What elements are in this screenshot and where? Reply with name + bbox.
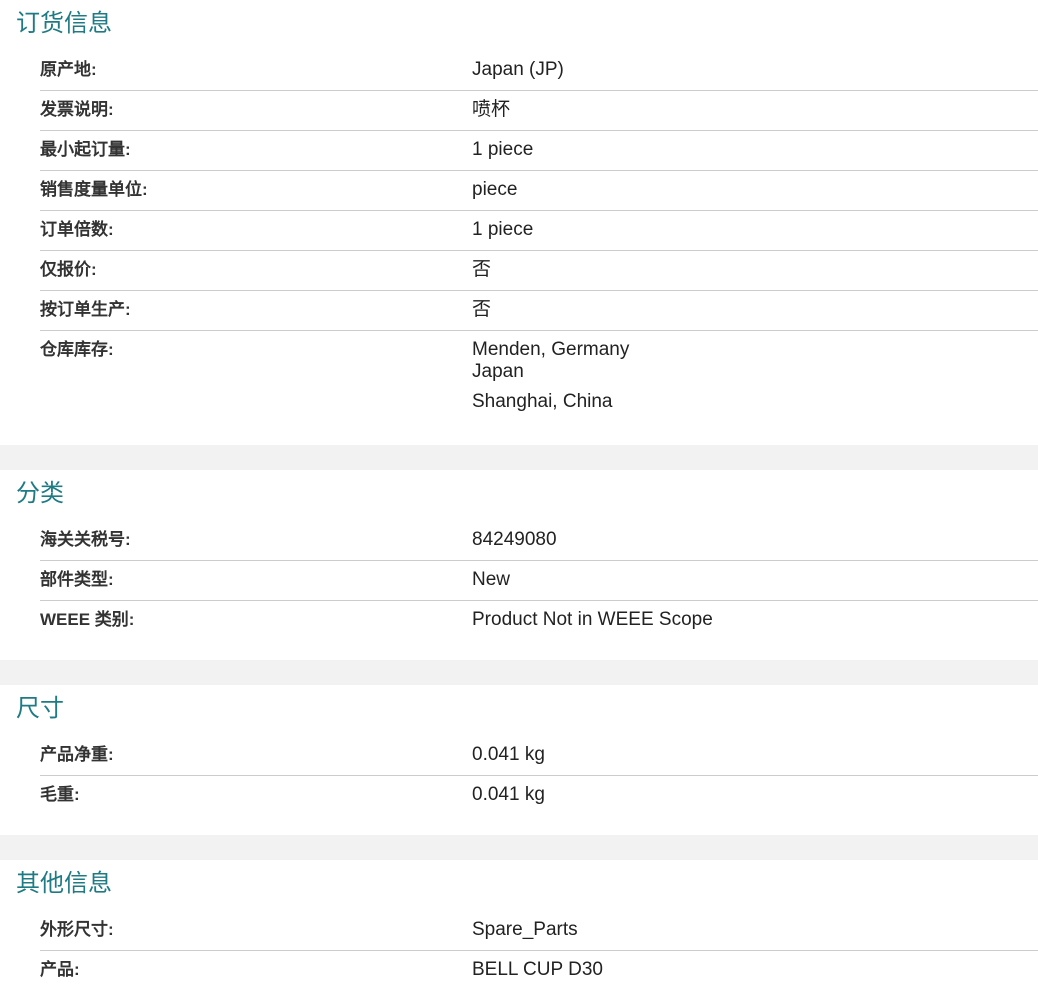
row-value: 喷杯 <box>472 99 511 120</box>
row-part-type: 部件类型: New <box>40 561 1038 601</box>
row-value: 1 piece <box>472 219 534 240</box>
row-order-multiple: 订单倍数: 1 piece <box>40 211 1038 251</box>
row-value: 否 <box>472 259 492 280</box>
row-label: 按订单生产: <box>40 300 131 319</box>
row-value: 0.041 kg <box>472 744 545 765</box>
row-product: 产品: BELL CUP D30 <box>40 951 1038 991</box>
row-label: 原产地: <box>40 60 97 79</box>
row-label: 毛重: <box>40 785 80 804</box>
warehouse-location: Menden, Germany <box>472 339 630 360</box>
row-minimum-order-quantity: 最小起订量: 1 piece <box>40 131 1038 171</box>
row-made-to-order: 按订单生产: 否 <box>40 291 1038 331</box>
row-label: 仅报价: <box>40 260 97 279</box>
row-label: WEEE 类别: <box>40 610 135 629</box>
row-label: 最小起订量: <box>40 140 131 159</box>
ordering-info-list: 原产地: Japan (JP) 发票说明: 喷杯 最小起订量: 1 piece … <box>40 51 1038 431</box>
row-label: 部件类型: <box>40 570 114 589</box>
dimensions-section: 尺寸 产品净重: 0.041 kg 毛重: 0.041 kg <box>0 685 1038 835</box>
other-info-section: 其他信息 外形尺寸: Spare_Parts 产品: BELL CUP D30 <box>0 860 1038 994</box>
section-title-classification: 分类 <box>16 480 64 507</box>
row-label: 产品: <box>40 960 80 979</box>
warehouse-location: Japan <box>472 361 524 382</box>
row-label: 发票说明: <box>40 100 114 119</box>
row-label: 外形尺寸: <box>40 920 114 939</box>
classification-section: 分类 海关关税号: 84249080 部件类型: New WEEE 类别: Pr… <box>0 470 1038 660</box>
row-value-list: Menden, Germany Japan Shanghai, China <box>472 331 1038 431</box>
classification-list: 海关关税号: 84249080 部件类型: New WEEE 类别: Produ… <box>40 521 1038 641</box>
row-quote-only: 仅报价: 否 <box>40 251 1038 291</box>
row-value: piece <box>472 179 518 200</box>
row-label: 仓库库存: <box>40 340 114 359</box>
row-value: 否 <box>472 299 492 320</box>
row-warehouse-stock: 仓库库存: Menden, Germany Japan Shanghai, Ch… <box>40 331 1038 431</box>
row-gross-weight: 毛重: 0.041 kg <box>40 776 1038 816</box>
row-value: 84249080 <box>472 529 557 550</box>
row-value: Product Not in WEEE Scope <box>472 609 713 630</box>
ordering-info-section: 订货信息 原产地: Japan (JP) 发票说明: 喷杯 最小起订量: 1 p… <box>0 0 1038 445</box>
row-label: 订单倍数: <box>40 220 114 239</box>
product-details-page: 订货信息 原产地: Japan (JP) 发票说明: 喷杯 最小起订量: 1 p… <box>0 0 1038 994</box>
row-label: 海关关税号: <box>40 530 131 549</box>
row-value: 1 piece <box>472 139 534 160</box>
row-value: 0.041 kg <box>472 784 545 805</box>
row-country-of-origin: 原产地: Japan (JP) <box>40 51 1038 91</box>
row-value: BELL CUP D30 <box>472 959 603 980</box>
row-value: Spare_Parts <box>472 919 578 940</box>
row-form-factor: 外形尺寸: Spare_Parts <box>40 911 1038 951</box>
row-net-weight: 产品净重: 0.041 kg <box>40 736 1038 776</box>
row-weee-category: WEEE 类别: Product Not in WEEE Scope <box>40 601 1038 641</box>
section-title-dimensions: 尺寸 <box>16 695 64 722</box>
warehouse-location: Shanghai, China <box>472 391 613 412</box>
section-title-other-info: 其他信息 <box>16 870 112 897</box>
dimensions-list: 产品净重: 0.041 kg 毛重: 0.041 kg <box>40 736 1038 816</box>
row-value: Japan (JP) <box>472 59 564 80</box>
section-title-ordering-info: 订货信息 <box>16 10 112 37</box>
row-sales-unit-of-measure: 销售度量单位: piece <box>40 171 1038 211</box>
row-invoice-description: 发票说明: 喷杯 <box>40 91 1038 131</box>
row-label: 产品净重: <box>40 745 114 764</box>
row-label: 销售度量单位: <box>40 180 148 199</box>
other-info-list: 外形尺寸: Spare_Parts 产品: BELL CUP D30 <box>40 911 1038 991</box>
row-value: New <box>472 569 511 590</box>
row-customs-tariff-number: 海关关税号: 84249080 <box>40 521 1038 561</box>
